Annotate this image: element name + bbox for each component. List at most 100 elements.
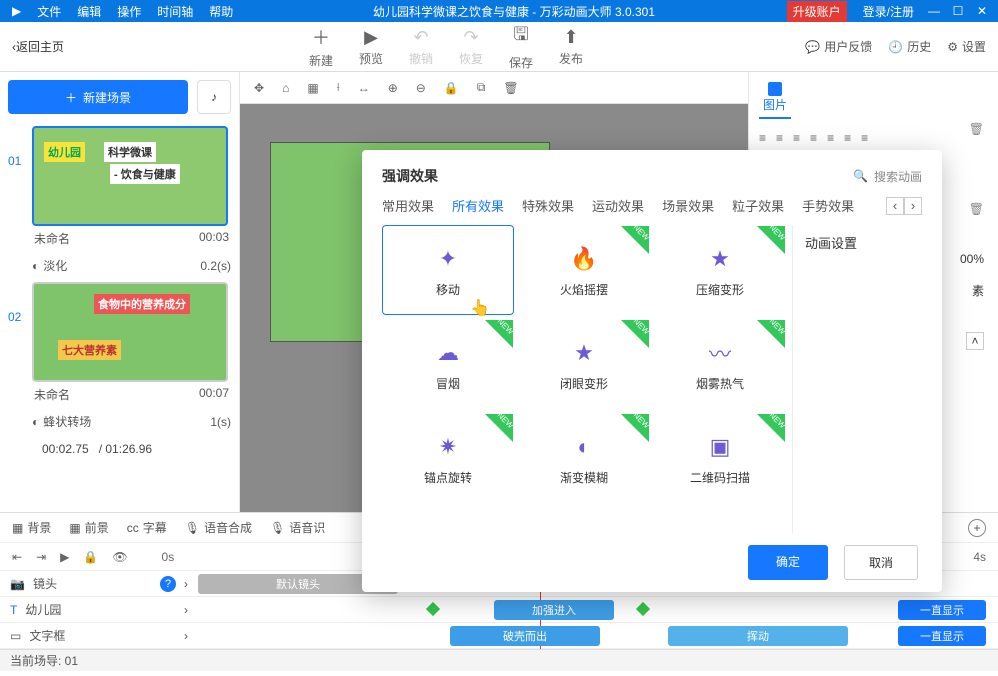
menu-action[interactable]: 操作	[109, 3, 149, 20]
new-button[interactable]: ＋新建	[296, 22, 346, 71]
new-scene-button[interactable]: ＋ 新建场景	[8, 80, 188, 114]
tl-play[interactable]: ▶	[60, 550, 69, 564]
tool-ruler[interactable]: ⟊	[337, 80, 340, 95]
align-right-icon[interactable]: ≡	[793, 131, 800, 145]
sound-button[interactable]: ♪	[197, 80, 231, 114]
effect-item[interactable]: ★压缩变形	[654, 225, 786, 315]
tool-lock[interactable]: 🔒	[444, 81, 459, 95]
effect-item[interactable]: 🔥火焰摇摆	[518, 225, 650, 315]
login-link[interactable]: 登录/注册	[855, 3, 922, 20]
back-home[interactable]: ‹ 返回主页	[0, 38, 76, 55]
tool-delete[interactable]: 🗑	[503, 81, 518, 95]
tool-pan[interactable]: ✥	[254, 81, 264, 95]
effect-item[interactable]: ✷锚点旋转	[382, 413, 514, 503]
transition-duration: 1(s)	[210, 415, 231, 429]
chevron-right-icon[interactable]: ›	[184, 603, 188, 617]
effect-item[interactable]: ★闭眼变形	[518, 319, 650, 409]
tl-eye[interactable]: 👁	[112, 550, 127, 564]
tab-common[interactable]: 常用效果	[382, 196, 434, 215]
tool-grid[interactable]: ▦	[307, 81, 318, 95]
tab-special[interactable]: 特殊效果	[522, 196, 574, 215]
menu-file[interactable]: 文件	[29, 3, 69, 20]
effect-item[interactable]: ▣二维码扫描	[654, 413, 786, 503]
effect-label: 锚点旋转	[424, 469, 472, 486]
effect-item[interactable]: 〰烟雾热气	[654, 319, 786, 409]
chevron-right-icon[interactable]: ›	[184, 577, 188, 591]
keyframe[interactable]	[426, 602, 440, 616]
collapse-up-button[interactable]: ˄	[966, 332, 984, 350]
tl-back[interactable]: ⇤	[12, 550, 22, 564]
align-bottom-icon[interactable]: ≡	[844, 131, 851, 145]
undo-button[interactable]: ↶撤销	[396, 22, 446, 71]
transition-duration: 0.2(s)	[200, 259, 231, 273]
feedback-link[interactable]: 💬 用户反馈	[805, 38, 872, 55]
clip-burst[interactable]: 破壳而出	[450, 626, 600, 646]
tab-tts[interactable]: 🎙 语音合成	[185, 519, 252, 536]
transition-row[interactable]: ◐ 蜂状转场1(s)	[8, 411, 231, 438]
effect-item[interactable]: ☁冒烟	[382, 319, 514, 409]
add-track-button[interactable]: +	[968, 519, 986, 537]
effect-item[interactable]: ✦移动	[382, 225, 514, 315]
tl-lock[interactable]: 🔒	[83, 550, 98, 564]
help-icon[interactable]: ?	[160, 576, 176, 592]
maximize-button[interactable]: ☐	[946, 4, 970, 18]
menu-edit[interactable]: 编辑	[69, 3, 109, 20]
redo-button[interactable]: ↷恢复	[446, 22, 496, 71]
tab-motion[interactable]: 运动效果	[592, 196, 644, 215]
clip-enter[interactable]: 加强进入	[494, 600, 614, 620]
clip-wave[interactable]: 挥动	[668, 626, 848, 646]
tab-particle[interactable]: 粒子效果	[732, 196, 784, 215]
ok-button[interactable]: 确定	[748, 545, 828, 580]
tool-align[interactable]: ↔	[358, 81, 370, 95]
clip-always[interactable]: 一直显示	[898, 600, 986, 620]
align-top-icon[interactable]: ≡	[810, 131, 817, 145]
align-center-icon[interactable]: ≡	[776, 131, 783, 145]
keyframe[interactable]	[636, 602, 650, 616]
align-left-icon[interactable]: ≡	[759, 131, 766, 145]
thumb-badge: 七大营养素	[58, 340, 121, 360]
tab-picture[interactable]: 图片	[759, 82, 791, 119]
search-animation[interactable]: 🔍 搜索动画	[853, 168, 922, 185]
popup-tabs: 常用效果 所有效果 特殊效果 运动效果 场景效果 粒子效果 手势效果 ‹›	[362, 196, 942, 225]
effect-item[interactable]: ◐渐变模糊	[518, 413, 650, 503]
tab-next[interactable]: ›	[904, 197, 922, 215]
chevron-right-icon[interactable]: ›	[184, 629, 188, 643]
preview-button[interactable]: ▶预览	[346, 22, 396, 71]
tl-fwd[interactable]: ⇥	[36, 550, 46, 564]
track-text2-label: 文字框	[29, 627, 65, 644]
tab-all[interactable]: 所有效果	[452, 196, 504, 215]
tab-background[interactable]: ▦ 背景	[12, 519, 51, 536]
trash-icon-2[interactable]: 🗑	[969, 202, 984, 216]
tool-zoom-out[interactable]: ⊖	[416, 81, 426, 95]
upgrade-button[interactable]: 升级账户	[787, 1, 847, 22]
thumb-badge: 幼儿园	[44, 142, 85, 162]
tool-copy[interactable]: ⧉	[477, 80, 486, 95]
tab-foreground[interactable]: ▦ 前景	[69, 519, 108, 536]
align-middle-icon[interactable]: ≡	[827, 131, 834, 145]
publish-button[interactable]: ⬆发布	[546, 22, 596, 71]
distribute-icon[interactable]: ≡	[861, 131, 868, 145]
settings-link[interactable]: ⚙ 设置	[947, 38, 986, 55]
menu-help[interactable]: 帮助	[201, 3, 241, 20]
menu-timeline[interactable]: 时间轴	[149, 3, 201, 20]
scene-thumb-1[interactable]: 幼儿园 - 饮食与健康 科学微课	[32, 126, 228, 226]
trash-icon[interactable]: 🗑	[969, 122, 984, 136]
close-button[interactable]: ✕	[970, 4, 994, 18]
tab-subtitle[interactable]: cc 字幕	[127, 519, 167, 536]
tab-rec[interactable]: 🎙 语音识	[270, 519, 325, 536]
titlebar: ▶ 文件 编辑 操作 时间轴 帮助 幼儿园科学微课之饮食与健康 - 万彩动画大师…	[0, 0, 998, 22]
transition-row[interactable]: ◐ 淡化0.2(s)	[8, 255, 231, 282]
cancel-button[interactable]: 取消	[844, 545, 918, 580]
tool-zoom-in[interactable]: ⊕	[388, 81, 398, 95]
tool-home[interactable]: ⌂	[282, 81, 289, 95]
tab-scene[interactable]: 场景效果	[662, 196, 714, 215]
save-button[interactable]: 🖫保存	[496, 22, 546, 71]
history-link[interactable]: 🕘 历史	[888, 38, 931, 55]
scene-thumb-2[interactable]: 食物中的营养成分 七大营养素	[32, 282, 228, 382]
clip-always[interactable]: 一直显示	[898, 626, 986, 646]
picture-icon	[768, 82, 782, 96]
new-label: 新建	[309, 52, 333, 69]
minimize-button[interactable]: —	[922, 4, 946, 18]
tab-gesture[interactable]: 手势效果	[802, 196, 854, 215]
tab-prev[interactable]: ‹	[886, 197, 904, 215]
